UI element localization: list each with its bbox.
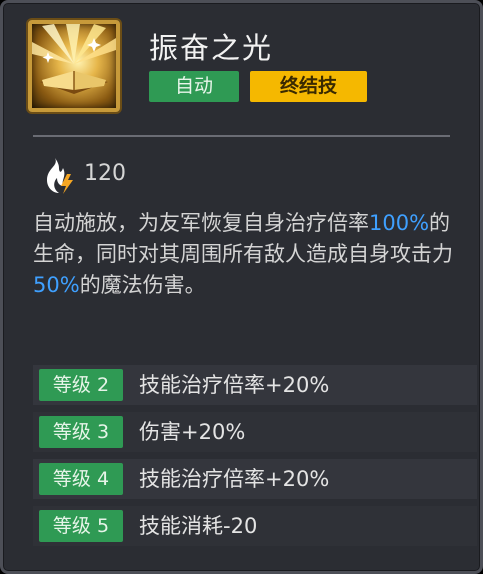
level-effect: 技能消耗-20 xyxy=(139,514,258,538)
level-row: 等级 4 技能治疗倍率+20% xyxy=(33,459,477,499)
description-text: 自动施放，为友军恢复自身治疗倍率 xyxy=(33,211,369,235)
level-effect: 技能治疗倍率+20% xyxy=(139,467,330,491)
level-effect: 伤害+20% xyxy=(139,420,246,444)
level-row: 等级 2 技能治疗倍率+20% xyxy=(33,365,477,405)
divider xyxy=(33,135,450,137)
skill-title: 振奋之光 xyxy=(149,31,274,65)
cost-value: 120 xyxy=(84,161,126,186)
level-badge: 等级 2 xyxy=(39,369,123,401)
level-row: 等级 3 伤害+20% xyxy=(33,412,477,452)
description-text: 的魔法伤害。 xyxy=(79,273,206,297)
skill-tooltip-panel: 振奋之光 自动 终结技 120 自动施放，为友军恢复自身治疗倍率100%的生命，… xyxy=(0,0,483,574)
level-badge: 等级 3 xyxy=(39,416,123,448)
level-effect: 技能治疗倍率+20% xyxy=(139,373,330,397)
damage-percent: 50% xyxy=(33,273,80,297)
skill-description: 自动施放，为友军恢复自身治疗倍率100%的生命，同时对其周围所有敌人造成自身攻击… xyxy=(33,208,465,301)
energy-flame-icon xyxy=(41,156,75,194)
skill-book-icon xyxy=(28,20,120,112)
auto-tag: 自动 xyxy=(149,71,239,102)
heal-percent: 100% xyxy=(369,211,430,235)
level-upgrade-list: 等级 2 技能治疗倍率+20% 等级 3 伤害+20% 等级 4 技能治疗倍率+… xyxy=(33,365,477,553)
level-row: 等级 5 技能消耗-20 xyxy=(33,506,477,546)
level-badge: 等级 4 xyxy=(39,463,123,495)
ultimate-tag: 终结技 xyxy=(250,71,367,102)
level-badge: 等级 5 xyxy=(39,510,123,542)
